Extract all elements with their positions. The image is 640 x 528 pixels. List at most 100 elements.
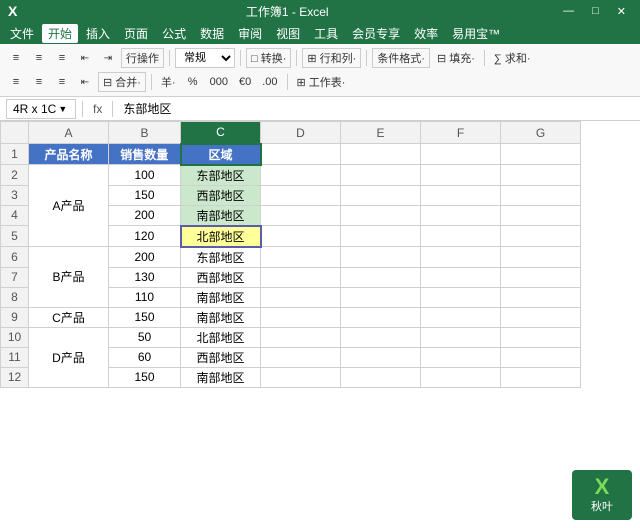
cell-d2[interactable] <box>261 165 341 186</box>
cell-a2[interactable]: A产品 <box>29 165 109 247</box>
cell-c6[interactable]: 东部地区 <box>181 247 261 268</box>
maximize-btn[interactable]: □ <box>586 5 605 17</box>
cell-f3[interactable] <box>421 185 501 205</box>
tb2-b1[interactable]: ≡ <box>6 72 26 92</box>
cell-d10[interactable] <box>261 327 341 347</box>
cell-c11[interactable]: 西部地区 <box>181 347 261 367</box>
menu-formula[interactable]: 公式 <box>156 23 192 44</box>
col-header-a[interactable]: A <box>29 122 109 144</box>
cell-g10[interactable] <box>501 327 581 347</box>
conditional-format-btn[interactable]: 条件格式· <box>372 48 430 68</box>
cell-g8[interactable] <box>501 287 581 307</box>
cell-c10[interactable]: 北部地区 <box>181 327 261 347</box>
cell-c3[interactable]: 西部地区 <box>181 185 261 205</box>
cell-d9[interactable] <box>261 307 341 327</box>
menu-file[interactable]: 文件 <box>4 23 40 44</box>
tb2-b4[interactable]: ⇤ <box>75 72 95 92</box>
cell-f5[interactable] <box>421 226 501 247</box>
indent-btn[interactable]: ⇤ <box>75 48 95 68</box>
minimize-btn[interactable]: — <box>557 5 580 17</box>
menu-review[interactable]: 审阅 <box>232 23 268 44</box>
cell-c4[interactable]: 南部地区 <box>181 205 261 226</box>
cell-g6[interactable] <box>501 247 581 268</box>
cell-c2[interactable]: 东部地区 <box>181 165 261 186</box>
cell-g9[interactable] <box>501 307 581 327</box>
menu-insert[interactable]: 插入 <box>80 23 116 44</box>
cell-c5[interactable]: 北部地区 <box>181 226 261 247</box>
cell-e1[interactable] <box>341 144 421 165</box>
cell-d8[interactable] <box>261 287 341 307</box>
cell-g11[interactable] <box>501 347 581 367</box>
cell-a1[interactable]: 产品名称 <box>29 144 109 165</box>
cell-c9[interactable]: 南部地区 <box>181 307 261 327</box>
cell-b5[interactable]: 120 <box>109 226 181 247</box>
cell-e11[interactable] <box>341 347 421 367</box>
cell-f12[interactable] <box>421 367 501 387</box>
cell-b3[interactable]: 150 <box>109 185 181 205</box>
cell-f2[interactable] <box>421 165 501 186</box>
cell-d4[interactable] <box>261 205 341 226</box>
cell-d1[interactable] <box>261 144 341 165</box>
view-select[interactable]: 常规 <box>175 48 235 68</box>
cell-e3[interactable] <box>341 185 421 205</box>
cell-g2[interactable] <box>501 165 581 186</box>
sum-btn[interactable]: ∑ 求和· <box>490 48 535 68</box>
cell-a9[interactable]: C产品 <box>29 307 109 327</box>
close-btn[interactable]: ✕ <box>611 5 632 18</box>
scroll-area[interactable]: A B C D E F G 1 产品名称 销售数量 区域 <box>0 121 640 528</box>
cell-e2[interactable] <box>341 165 421 186</box>
cell-f8[interactable] <box>421 287 501 307</box>
cell-d5[interactable] <box>261 226 341 247</box>
formula-input[interactable] <box>119 102 634 116</box>
cell-e8[interactable] <box>341 287 421 307</box>
merge-btn[interactable]: ⊟ 合并· <box>98 72 146 92</box>
cell-c12[interactable]: 南部地区 <box>181 367 261 387</box>
col-header-d[interactable]: D <box>261 122 341 144</box>
cell-d7[interactable] <box>261 267 341 287</box>
cell-f9[interactable] <box>421 307 501 327</box>
tb2-b2[interactable]: ≡ <box>29 72 49 92</box>
cell-g7[interactable] <box>501 267 581 287</box>
cell-d12[interactable] <box>261 367 341 387</box>
comma-btn[interactable]: 000 <box>206 72 232 92</box>
cell-b6[interactable]: 200 <box>109 247 181 268</box>
cell-f7[interactable] <box>421 267 501 287</box>
cell-a6[interactable]: B产品 <box>29 247 109 308</box>
transform-btn[interactable]: □ 转换· <box>246 48 291 68</box>
cell-b9[interactable]: 150 <box>109 307 181 327</box>
cell-f6[interactable] <box>421 247 501 268</box>
align-right-btn[interactable]: ≡ <box>52 48 72 68</box>
dec-inc-btn[interactable]: €0 <box>235 72 255 92</box>
cell-e9[interactable] <box>341 307 421 327</box>
cell-e6[interactable] <box>341 247 421 268</box>
tb2-b3[interactable]: ≡ <box>52 72 72 92</box>
cell-b8[interactable]: 110 <box>109 287 181 307</box>
row-col-btn[interactable]: ⊞ 行和列· <box>302 48 361 68</box>
align-center-btn[interactable]: ≡ <box>29 48 49 68</box>
cell-b1[interactable]: 销售数量 <box>109 144 181 165</box>
cell-e10[interactable] <box>341 327 421 347</box>
col-header-c[interactable]: C <box>181 122 261 144</box>
fill-btn[interactable]: ⊟ 填充· <box>433 48 479 68</box>
menu-member[interactable]: 会员专享 <box>346 23 406 44</box>
cell-f4[interactable] <box>421 205 501 226</box>
worksheet-btn[interactable]: ⊞ 工作表· <box>293 72 350 92</box>
col-header-e[interactable]: E <box>341 122 421 144</box>
col-header-b[interactable]: B <box>109 122 181 144</box>
col-header-f[interactable]: F <box>421 122 501 144</box>
cell-g12[interactable] <box>501 367 581 387</box>
menu-tools[interactable]: 工具 <box>308 23 344 44</box>
cell-ref-box[interactable]: 4R x 1C ▼ <box>6 99 76 119</box>
cell-b7[interactable]: 130 <box>109 267 181 287</box>
menu-home[interactable]: 开始 <box>42 24 78 43</box>
cell-c8[interactable]: 南部地区 <box>181 287 261 307</box>
menu-easyuse[interactable]: 易用宝™ <box>446 23 506 44</box>
cell-f1[interactable] <box>421 144 501 165</box>
cell-g5[interactable] <box>501 226 581 247</box>
cell-b2[interactable]: 100 <box>109 165 181 186</box>
format-btn[interactable]: 羊· <box>157 72 180 92</box>
cell-g4[interactable] <box>501 205 581 226</box>
cell-b11[interactable]: 60 <box>109 347 181 367</box>
cell-d11[interactable] <box>261 347 341 367</box>
percent-btn[interactable]: % <box>183 72 203 92</box>
